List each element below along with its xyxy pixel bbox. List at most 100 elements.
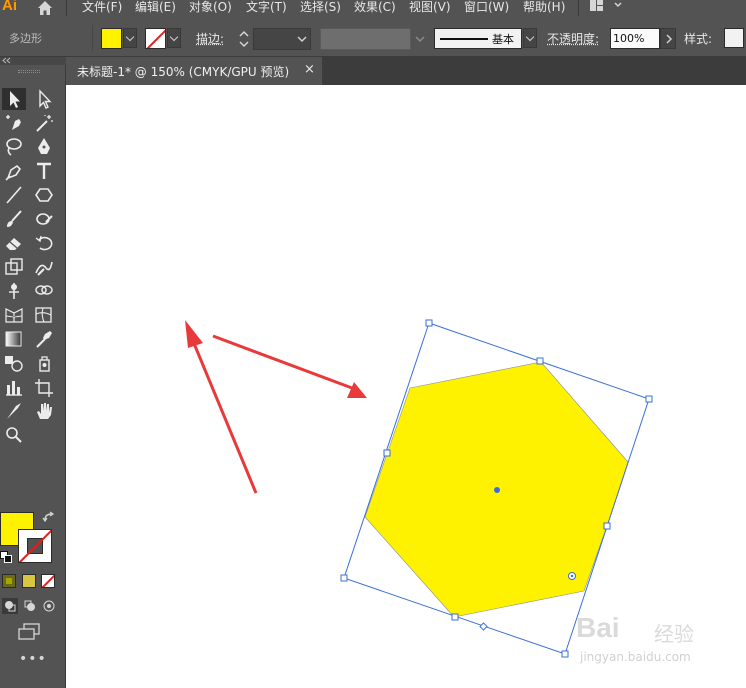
menu-effect[interactable]: 效果(C) (354, 0, 396, 15)
annotation-arrow-2-head (347, 382, 367, 398)
brush-dropdown-chevron-icon[interactable] (523, 28, 537, 48)
scale-tool-icon[interactable] (2, 256, 26, 278)
puppet-warp-tool-icon[interactable] (2, 280, 26, 302)
menu-bar: Ai 文件(F) 编辑(E) 对象(O) 文字(T) 选择(S) 效果(C) 视… (0, 0, 746, 19)
blend-tool-icon[interactable] (2, 352, 26, 374)
direct-selection-tool-icon[interactable] (32, 88, 56, 110)
perspective-grid-tool-icon[interactable] (2, 304, 26, 326)
graphic-style-swatch[interactable] (724, 28, 744, 48)
brush-profile-label: 基本 (492, 33, 514, 46)
bbox-handle-bottom-right[interactable] (561, 650, 569, 658)
chevron-down-icon (415, 36, 425, 43)
zoom-tool-icon[interactable] (2, 424, 26, 446)
annotation-arrow-2 (212, 334, 353, 390)
screen-mode-icon[interactable] (17, 623, 41, 641)
lasso-tool-icon[interactable] (2, 136, 26, 158)
artboard-tool-icon[interactable] (32, 376, 56, 398)
opacity-label[interactable]: 不透明度: (547, 30, 599, 47)
magic-wand-tool-icon[interactable] (32, 112, 56, 134)
brush-profile-dropdown[interactable]: 基本 (434, 28, 522, 49)
shaper-tool-icon[interactable] (32, 208, 56, 230)
column-graph-tool-icon[interactable] (2, 376, 26, 398)
opacity-input[interactable]: 100% (610, 28, 660, 49)
polygon-tool-icon[interactable] (32, 184, 56, 206)
draw-inside-icon[interactable] (41, 598, 57, 614)
mesh-tool-icon[interactable] (32, 304, 56, 326)
close-tab-icon[interactable]: × (304, 62, 315, 77)
menu-edit[interactable]: 编辑(E) (135, 0, 176, 15)
watermark-url: jingyan.baidu.com (580, 650, 691, 664)
variable-width-profile-dropdown[interactable] (320, 28, 411, 50)
fill-dropdown-chevron-icon[interactable] (123, 28, 137, 48)
watermark: Bai 经验 jingyan.baidu.com (576, 612, 746, 672)
menu-object[interactable]: 对象(O) (189, 0, 232, 15)
center-point (494, 487, 500, 493)
menu-file[interactable]: 文件(F) (82, 0, 122, 15)
warp-tool-icon[interactable] (32, 256, 56, 278)
menu-help[interactable]: 帮助(H) (523, 0, 565, 15)
brush-stroke-preview (440, 38, 488, 40)
bbox-handle-top[interactable] (536, 357, 544, 365)
swap-fill-stroke-icon[interactable] (42, 511, 56, 525)
draw-behind-icon[interactable] (22, 598, 38, 614)
type-tool-icon[interactable] (32, 160, 56, 182)
workspace-layout-icon[interactable] (590, 0, 624, 14)
slice-tool-icon[interactable] (2, 400, 26, 422)
line-segment-tool-icon[interactable] (2, 184, 26, 206)
document-tab-title: 未标题-1* @ 150% (CMYK/GPU 预览) (77, 65, 290, 79)
tools-panel: ••• (0, 57, 66, 688)
artboard-canvas[interactable] (67, 85, 746, 688)
document-tab[interactable]: 未标题-1* @ 150% (CMYK/GPU 预览) × (66, 57, 322, 85)
stroke-weight-spinner-icon[interactable] (236, 28, 252, 50)
collapse-icon (2, 57, 11, 64)
draw-normal-icon[interactable] (2, 598, 18, 614)
bbox-handle-right[interactable] (603, 522, 611, 530)
default-fill-stroke-icon[interactable] (0, 551, 12, 563)
paintbrush-pen-tool-icon[interactable] (2, 160, 26, 182)
edit-toolbar-button[interactable]: ••• (19, 651, 47, 667)
panel-grip[interactable] (18, 70, 40, 73)
menu-view[interactable]: 视图(V) (409, 0, 451, 15)
bbox-handle-top-right[interactable] (645, 395, 653, 403)
annotation-arrow-1 (191, 340, 258, 494)
paintbrush-tool-icon[interactable] (2, 208, 26, 230)
eraser-tool-icon[interactable] (2, 232, 26, 254)
none-slash-icon (19, 530, 51, 562)
curvature-pen-tool-icon[interactable] (2, 112, 26, 134)
home-icon[interactable] (34, 0, 56, 16)
chevron-down-icon (297, 36, 307, 43)
shape-builder-tool-icon[interactable] (32, 280, 56, 302)
control-separator (92, 25, 93, 51)
hand-tool-icon[interactable] (32, 400, 56, 422)
stroke-swatch-large[interactable] (18, 529, 52, 563)
gradient-mode-button[interactable] (22, 574, 36, 588)
menu-separator (578, 0, 579, 16)
pen-tool-icon[interactable] (32, 136, 56, 158)
stroke-label[interactable]: 描边: (196, 30, 224, 47)
chevron-right-icon (666, 34, 673, 44)
rotate-tool-icon[interactable] (32, 232, 56, 254)
polygon-sides-widget[interactable] (479, 622, 488, 631)
menu-select[interactable]: 选择(S) (300, 0, 341, 15)
opacity-slider-button[interactable] (660, 28, 676, 49)
stroke-dropdown-chevron-icon[interactable] (167, 28, 181, 48)
stroke-color-swatch[interactable] (145, 28, 166, 49)
bbox-handle-bottom-left[interactable] (340, 574, 348, 582)
gradient-tool-icon[interactable] (2, 328, 26, 350)
eyedropper-tool-icon[interactable] (32, 328, 56, 350)
fill-color-swatch[interactable] (101, 28, 122, 49)
panel-collapse-bar[interactable] (0, 57, 66, 65)
menu-type[interactable]: 文字(T) (246, 0, 287, 15)
bbox-handle-left[interactable] (383, 449, 391, 457)
watermark-brand: Bai (576, 612, 620, 643)
live-corner-widget-dot (570, 574, 574, 578)
none-mode-button[interactable] (41, 574, 55, 588)
bbox-handle-bottom[interactable] (451, 613, 459, 621)
color-mode-button[interactable] (2, 574, 16, 588)
menu-separator (66, 0, 67, 16)
selection-tool-icon[interactable] (2, 88, 26, 110)
menu-window[interactable]: 窗口(W) (464, 0, 509, 15)
stroke-weight-input[interactable] (253, 28, 311, 50)
bbox-handle-top-left[interactable] (425, 319, 433, 327)
symbol-sprayer-tool-icon[interactable] (32, 352, 56, 374)
